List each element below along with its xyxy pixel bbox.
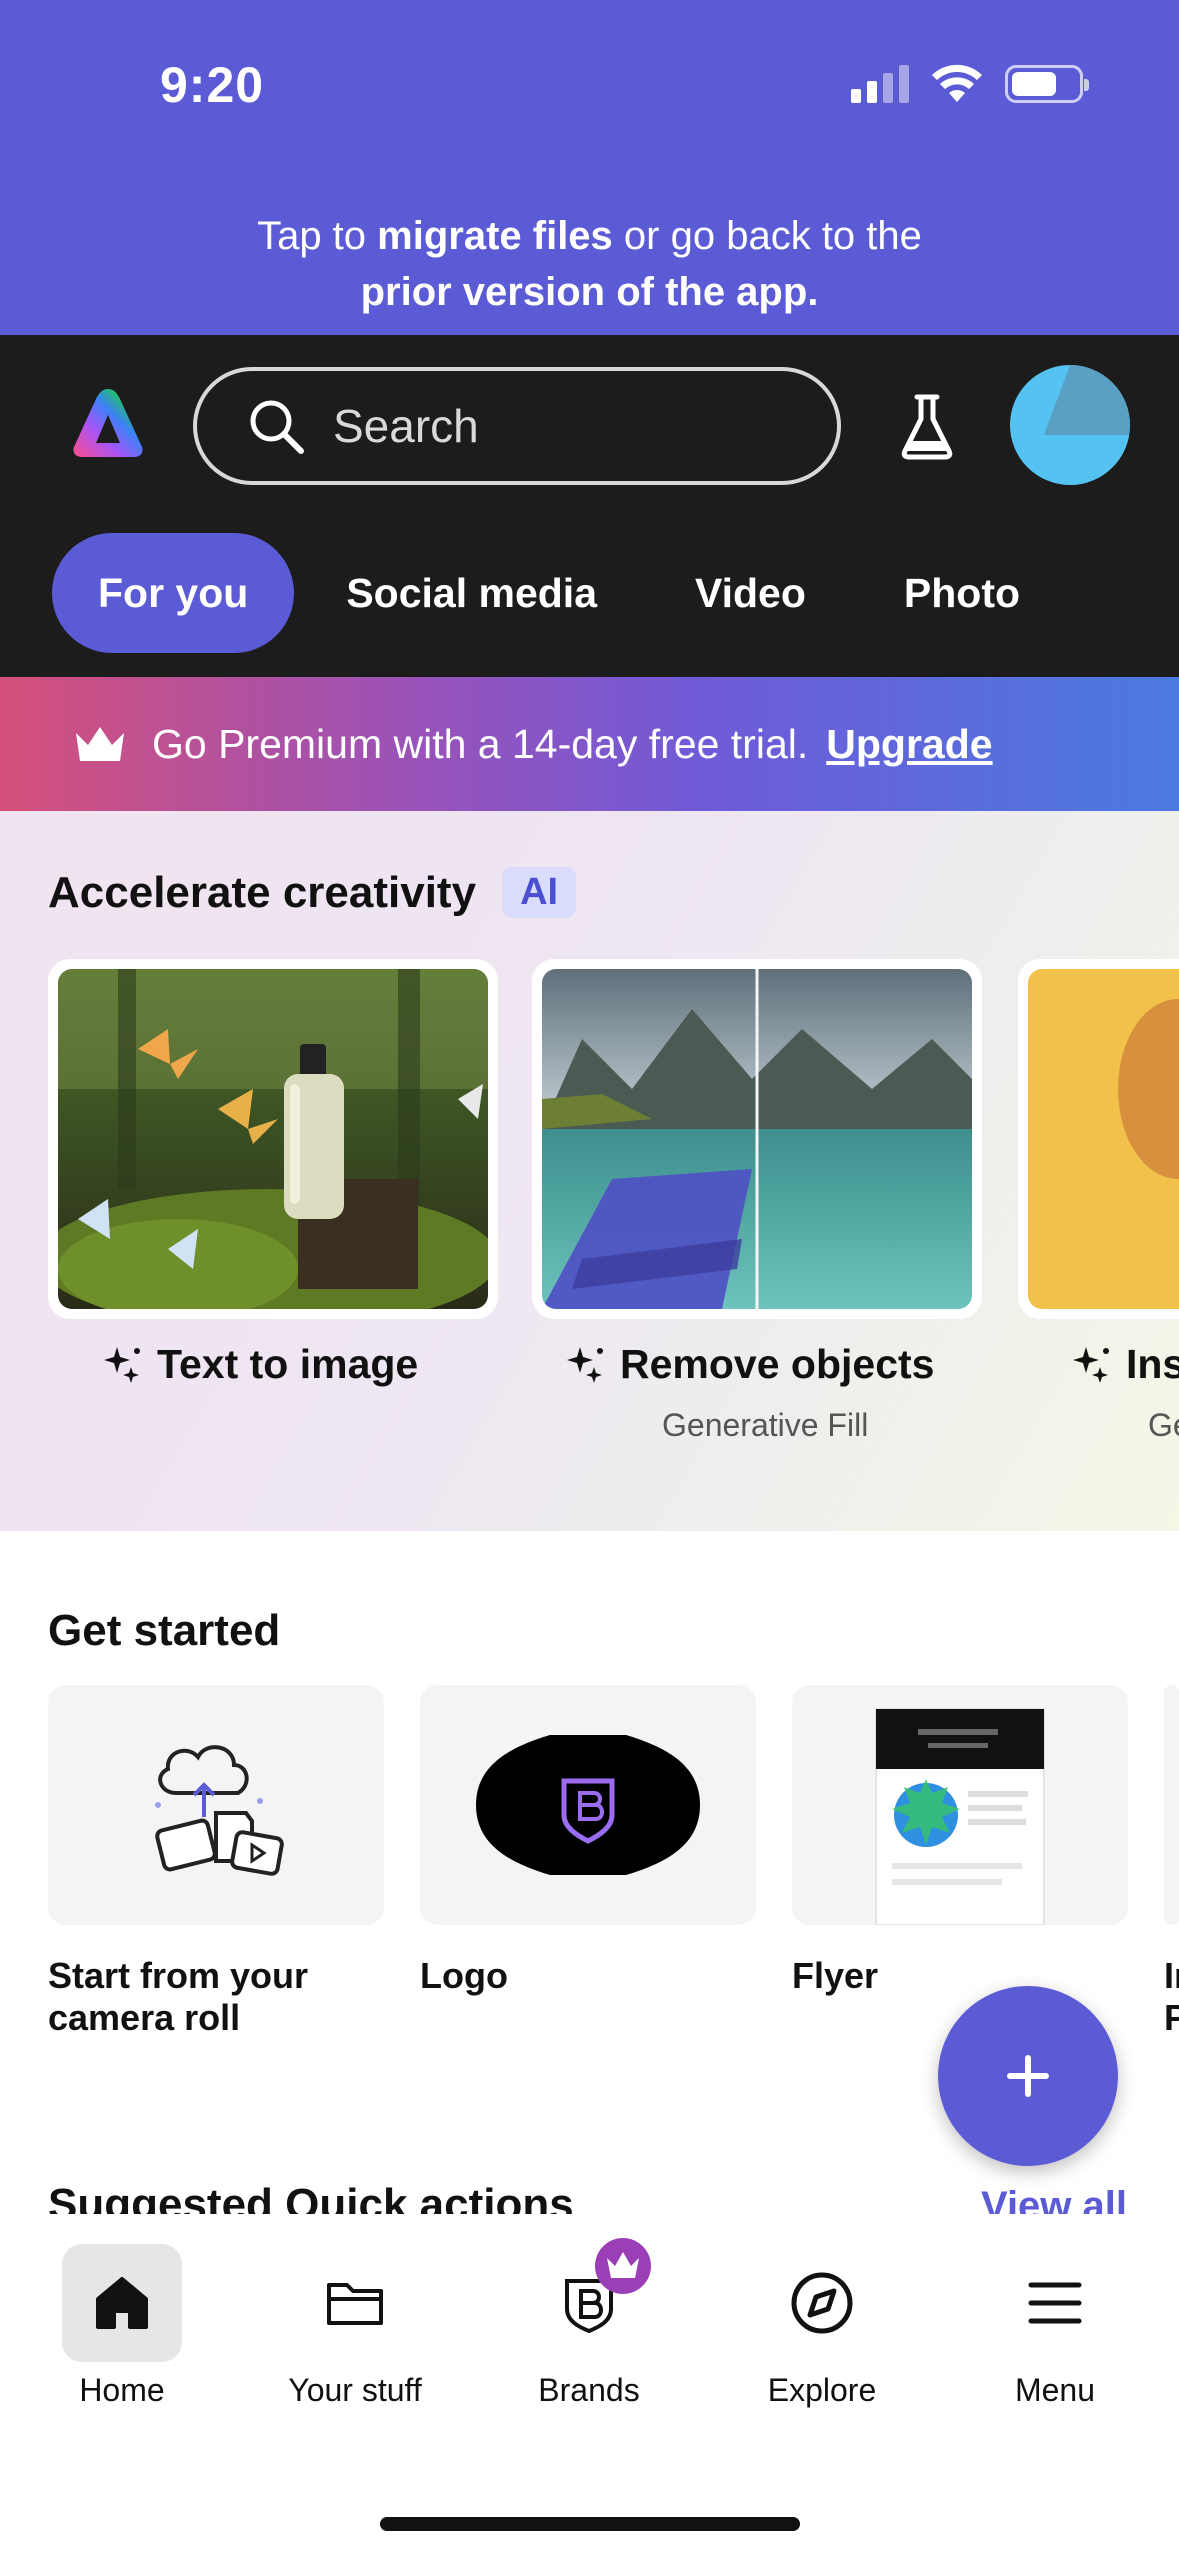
app-header: Search For you Social media Video Photo	[0, 335, 1179, 677]
status-icons	[851, 64, 1089, 104]
search-placeholder: Search	[333, 400, 479, 452]
crown-icon	[76, 727, 124, 761]
ai-badge: AI	[502, 867, 577, 918]
remove-objects-card[interactable]	[532, 959, 982, 1319]
text-to-image-title: Text to image	[157, 1341, 419, 1387]
home-icon	[96, 2277, 148, 2329]
nav-menu-label: Menu	[1014, 2372, 1096, 2408]
migrate-banner[interactable]: 9:20 Tap to migrate files or go back to …	[0, 0, 1179, 335]
upgrade-link[interactable]: Upgrade	[826, 721, 992, 768]
remove-objects-subtitle: Generative Fill	[662, 1407, 869, 1443]
bottom-nav: Home Your stuff Brands Explore Menu	[0, 2214, 1179, 2556]
tab-photo[interactable]: Photo	[858, 533, 1066, 653]
avatar[interactable]	[1010, 365, 1130, 485]
remove-objects-thumbnail	[542, 969, 972, 1309]
logo-label: Logo	[420, 1955, 508, 1996]
nav-brands[interactable]: Brands	[489, 2238, 689, 2409]
flyer-label: Flyer	[792, 1955, 879, 1996]
hamburger-menu-icon	[1028, 2282, 1082, 2324]
brands-icon-wrap	[529, 2238, 651, 2362]
home-icon-wrap	[62, 2244, 182, 2362]
camera-roll-card[interactable]	[48, 1685, 384, 1925]
insert-objects-title: Ins	[1126, 1341, 1179, 1387]
folder-icon	[327, 2283, 383, 2325]
search-input[interactable]: Search	[193, 367, 841, 485]
insert-objects-card[interactable]	[1018, 959, 1179, 1319]
premium-crown-badge-icon	[595, 2238, 651, 2294]
nav-explore[interactable]: Explore	[722, 2244, 922, 2409]
avatar-shape-icon	[1044, 365, 1130, 485]
next-template-label: In P	[1164, 1955, 1179, 2038]
camera-roll-upload-icon	[155, 1745, 284, 1876]
nav-home-label: Home	[79, 2372, 165, 2408]
get-started-heading: Get started	[48, 1606, 281, 1655]
status-time: 9:20	[160, 57, 265, 113]
text-to-image-thumbnail	[58, 969, 488, 1309]
premium-text: Go Premium with a 14-day free trial.	[152, 720, 809, 767]
category-tabs: For you Social media Video Photo	[52, 533, 1072, 653]
insert-objects-subtitle: Ge	[1148, 1407, 1179, 1443]
nav-home[interactable]: Home	[22, 2244, 222, 2409]
tab-social-media[interactable]: Social media	[300, 533, 643, 653]
insert-objects-label[interactable]: Ins	[1072, 1341, 1179, 1388]
wifi-icon	[932, 64, 982, 102]
brand-logo-icon	[476, 1735, 700, 1875]
accelerate-title: Accelerate creativity	[48, 867, 477, 917]
nav-menu[interactable]: Menu	[955, 2244, 1155, 2409]
flyer-document-icon	[875, 1708, 1045, 1926]
magic-sparkle-icon	[1073, 1346, 1109, 1383]
folder-icon-wrap	[295, 2244, 415, 2362]
insert-objects-thumbnail	[1028, 969, 1179, 1309]
battery-icon	[1005, 65, 1089, 103]
accelerate-section: Accelerate creativity AI Text to image R…	[0, 811, 1179, 1531]
text-to-image-card[interactable]	[48, 959, 498, 1319]
tab-video[interactable]: Video	[649, 533, 852, 653]
plus-icon	[1007, 2055, 1049, 2097]
next-template-card[interactable]	[1164, 1685, 1179, 1925]
accelerate-heading: Accelerate creativity AI	[48, 867, 577, 918]
adobe-express-logo[interactable]	[70, 385, 146, 461]
migrate-files-link[interactable]: migrate files	[377, 214, 613, 258]
premium-banner[interactable]: Go Premium with a 14-day free trial. Upg…	[0, 677, 1179, 811]
create-button[interactable]	[938, 1986, 1118, 2166]
search-icon	[250, 400, 304, 454]
migrate-text-1: Tap to	[257, 214, 378, 258]
prior-version-link[interactable]: prior version of the app.	[361, 270, 819, 314]
logo-card[interactable]	[420, 1685, 756, 1925]
nav-your-stuff[interactable]: Your stuff	[255, 2244, 455, 2409]
signal-icon	[851, 65, 909, 103]
text-to-image-label[interactable]: Text to image	[103, 1341, 418, 1388]
explore-icon-wrap	[762, 2244, 882, 2362]
migrate-message[interactable]: Tap to migrate files or go back to the p…	[0, 208, 1179, 320]
remove-objects-label[interactable]: Remove objects	[566, 1341, 934, 1388]
remove-objects-title: Remove objects	[620, 1341, 935, 1387]
compass-icon	[791, 2272, 853, 2334]
menu-icon-wrap	[995, 2244, 1115, 2362]
tab-for-you[interactable]: For you	[52, 533, 295, 653]
magic-sparkle-icon	[567, 1346, 603, 1383]
nav-explore-label: Explore	[767, 2372, 877, 2408]
migrate-text-2: or go back to the	[612, 214, 922, 258]
flask-icon[interactable]	[897, 391, 957, 461]
flyer-card[interactable]	[792, 1685, 1128, 1926]
nav-brands-label: Brands	[538, 2372, 640, 2408]
magic-sparkle-icon	[104, 1346, 140, 1383]
home-indicator[interactable]	[380, 2517, 800, 2531]
camera-roll-label: Start from your camera roll	[48, 1955, 309, 2038]
nav-your-stuff-label: Your stuff	[288, 2372, 422, 2408]
